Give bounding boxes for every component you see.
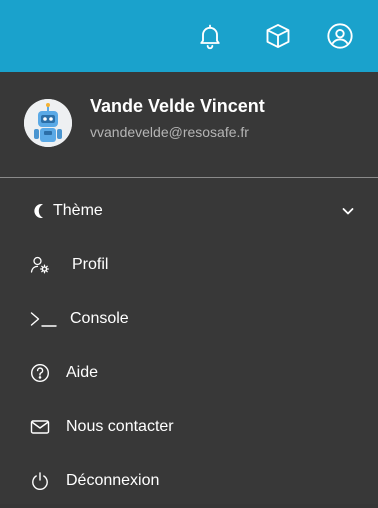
user-profile: Vande Velde Vincent vvandevelde@resosafe…: [0, 72, 378, 177]
cube-icon[interactable]: [264, 22, 292, 50]
menu-item-label: Déconnexion: [66, 472, 160, 489]
menu-item-label: Nous contacter: [66, 418, 174, 435]
menu-item-logout[interactable]: Déconnexion: [0, 454, 378, 508]
terminal-icon: [30, 309, 60, 329]
top-bar: [0, 0, 378, 72]
menu-item-console[interactable]: Console: [0, 292, 378, 346]
menu-item-aide[interactable]: Aide: [0, 346, 378, 400]
bell-icon[interactable]: [196, 22, 224, 50]
menu-item-label: Console: [70, 310, 129, 327]
question-circle-icon: [30, 363, 50, 383]
envelope-icon: [30, 417, 50, 437]
chevron-down-icon[interactable]: [340, 203, 356, 219]
power-icon: [30, 471, 50, 491]
avatar[interactable]: [24, 99, 72, 147]
menu-item-label: Profil: [72, 256, 109, 273]
menu-item-theme[interactable]: Thème: [0, 184, 378, 238]
user-gear-icon: [30, 255, 50, 275]
moon-icon: [30, 201, 50, 221]
user-menu: Vande Velde Vincent vvandevelde@resosafe…: [0, 72, 378, 504]
menu-item-profil[interactable]: Profil: [0, 238, 378, 292]
menu-item-label: Aide: [66, 364, 99, 381]
divider: [0, 177, 378, 178]
menu-item-contact[interactable]: Nous contacter: [0, 400, 378, 454]
user-circle-icon[interactable]: [326, 22, 354, 50]
user-email: vvandevelde@resosafe.fr: [90, 124, 249, 140]
menu-item-label: Thème: [53, 202, 103, 219]
user-name: Vande Velde Vincent: [90, 96, 265, 116]
